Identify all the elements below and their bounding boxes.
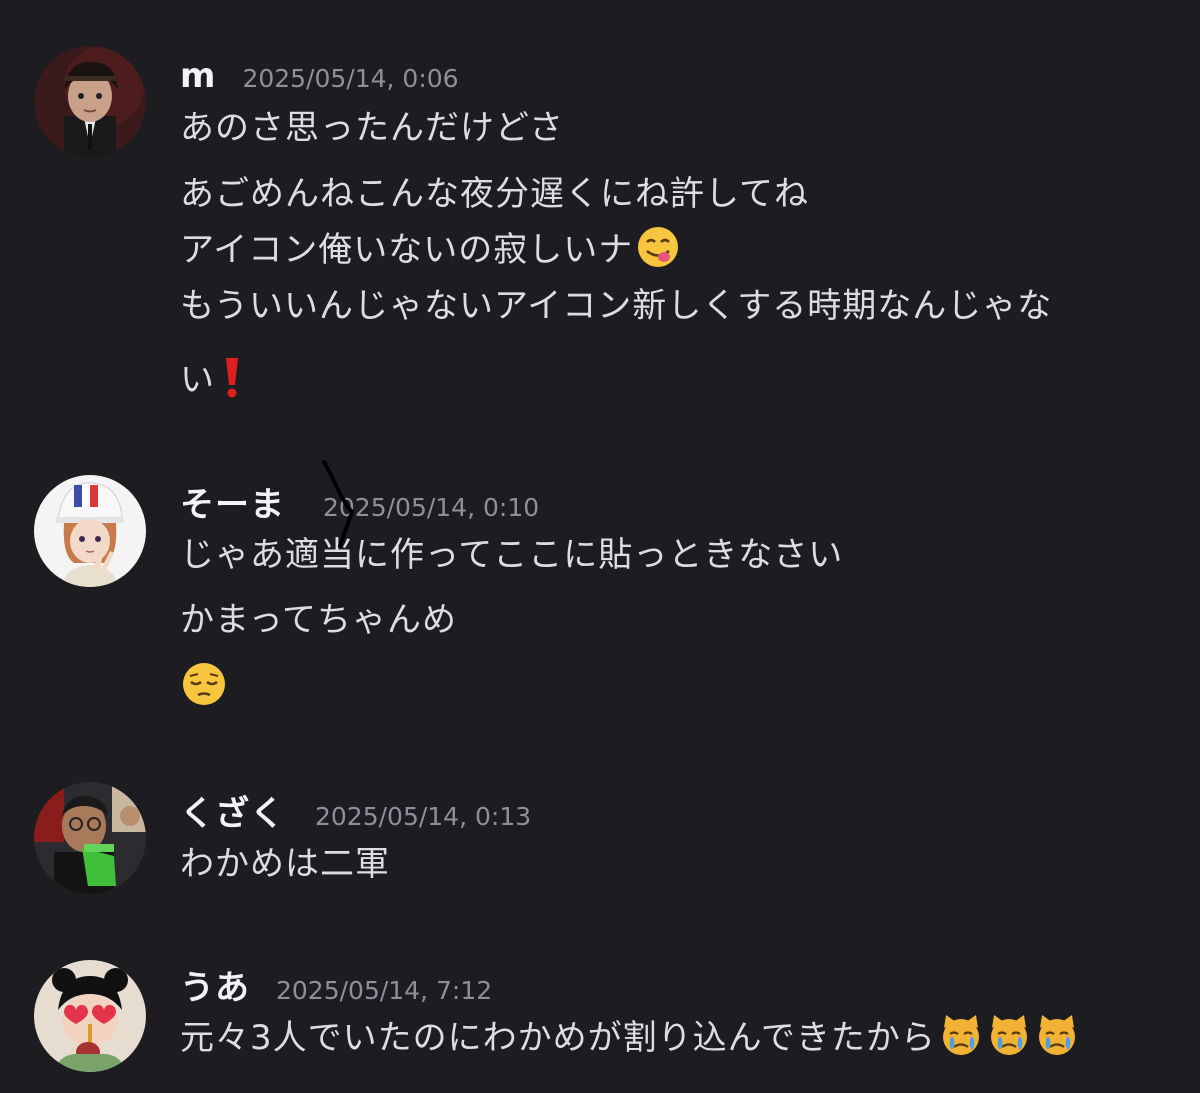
avatar[interactable] [34, 960, 146, 1072]
crying-cat-emoji [986, 1012, 1032, 1067]
chat-log: m 2025/05/14, 0:06 あのさ思ったんだけどさ あごめんねこんな夜… [0, 0, 1200, 1093]
message-text: あごめんねこんな夜分遅くにね許してね [180, 174, 809, 214]
message-text-with-emoji: い [180, 352, 243, 408]
avatar[interactable] [34, 782, 146, 894]
scribble-mark [322, 460, 355, 548]
message-text: わかめは二軍 [180, 844, 390, 884]
message-text: あのさ思ったんだけどさ [180, 108, 564, 148]
timestamp: 2025/05/14, 7:12 [276, 976, 493, 1005]
message-text-with-emoji: アイコン俺いないの寂しいナ [180, 222, 681, 279]
red-exclamation-emoji [221, 355, 243, 408]
face-savoring-food-emoji [635, 224, 681, 279]
username[interactable]: そーま [180, 477, 285, 526]
message-text: 元々3人でいたのにわかめが割り込んできたから [180, 1018, 936, 1058]
message-text: じゃあ適当に作ってここに貼っときなさい [180, 535, 844, 575]
username[interactable]: くざく [180, 786, 285, 835]
message-text: い [180, 360, 215, 400]
message-text: アイコン俺いないの寂しいナ [180, 230, 634, 270]
message-text-with-emoji [180, 660, 228, 717]
timestamp: 2025/05/14, 0:06 [242, 64, 459, 93]
avatar[interactable] [34, 475, 146, 587]
timestamp: 2025/05/14, 0:13 [315, 802, 532, 831]
username[interactable]: m [180, 56, 216, 96]
message-text-with-emoji: 元々3人でいたのにわかめが割り込んできたから [180, 1010, 1080, 1067]
message-text: もういいんじゃないアイコン新しくする時期なんじゃな [180, 286, 1053, 326]
avatar[interactable] [34, 46, 146, 158]
crying-cat-emoji [938, 1012, 984, 1067]
crying-cat-emoji [1034, 1012, 1080, 1067]
pensive-face-emoji [180, 660, 228, 717]
message-text: かまってちゃんめ [180, 600, 457, 640]
username[interactable]: うあ [180, 960, 250, 1009]
